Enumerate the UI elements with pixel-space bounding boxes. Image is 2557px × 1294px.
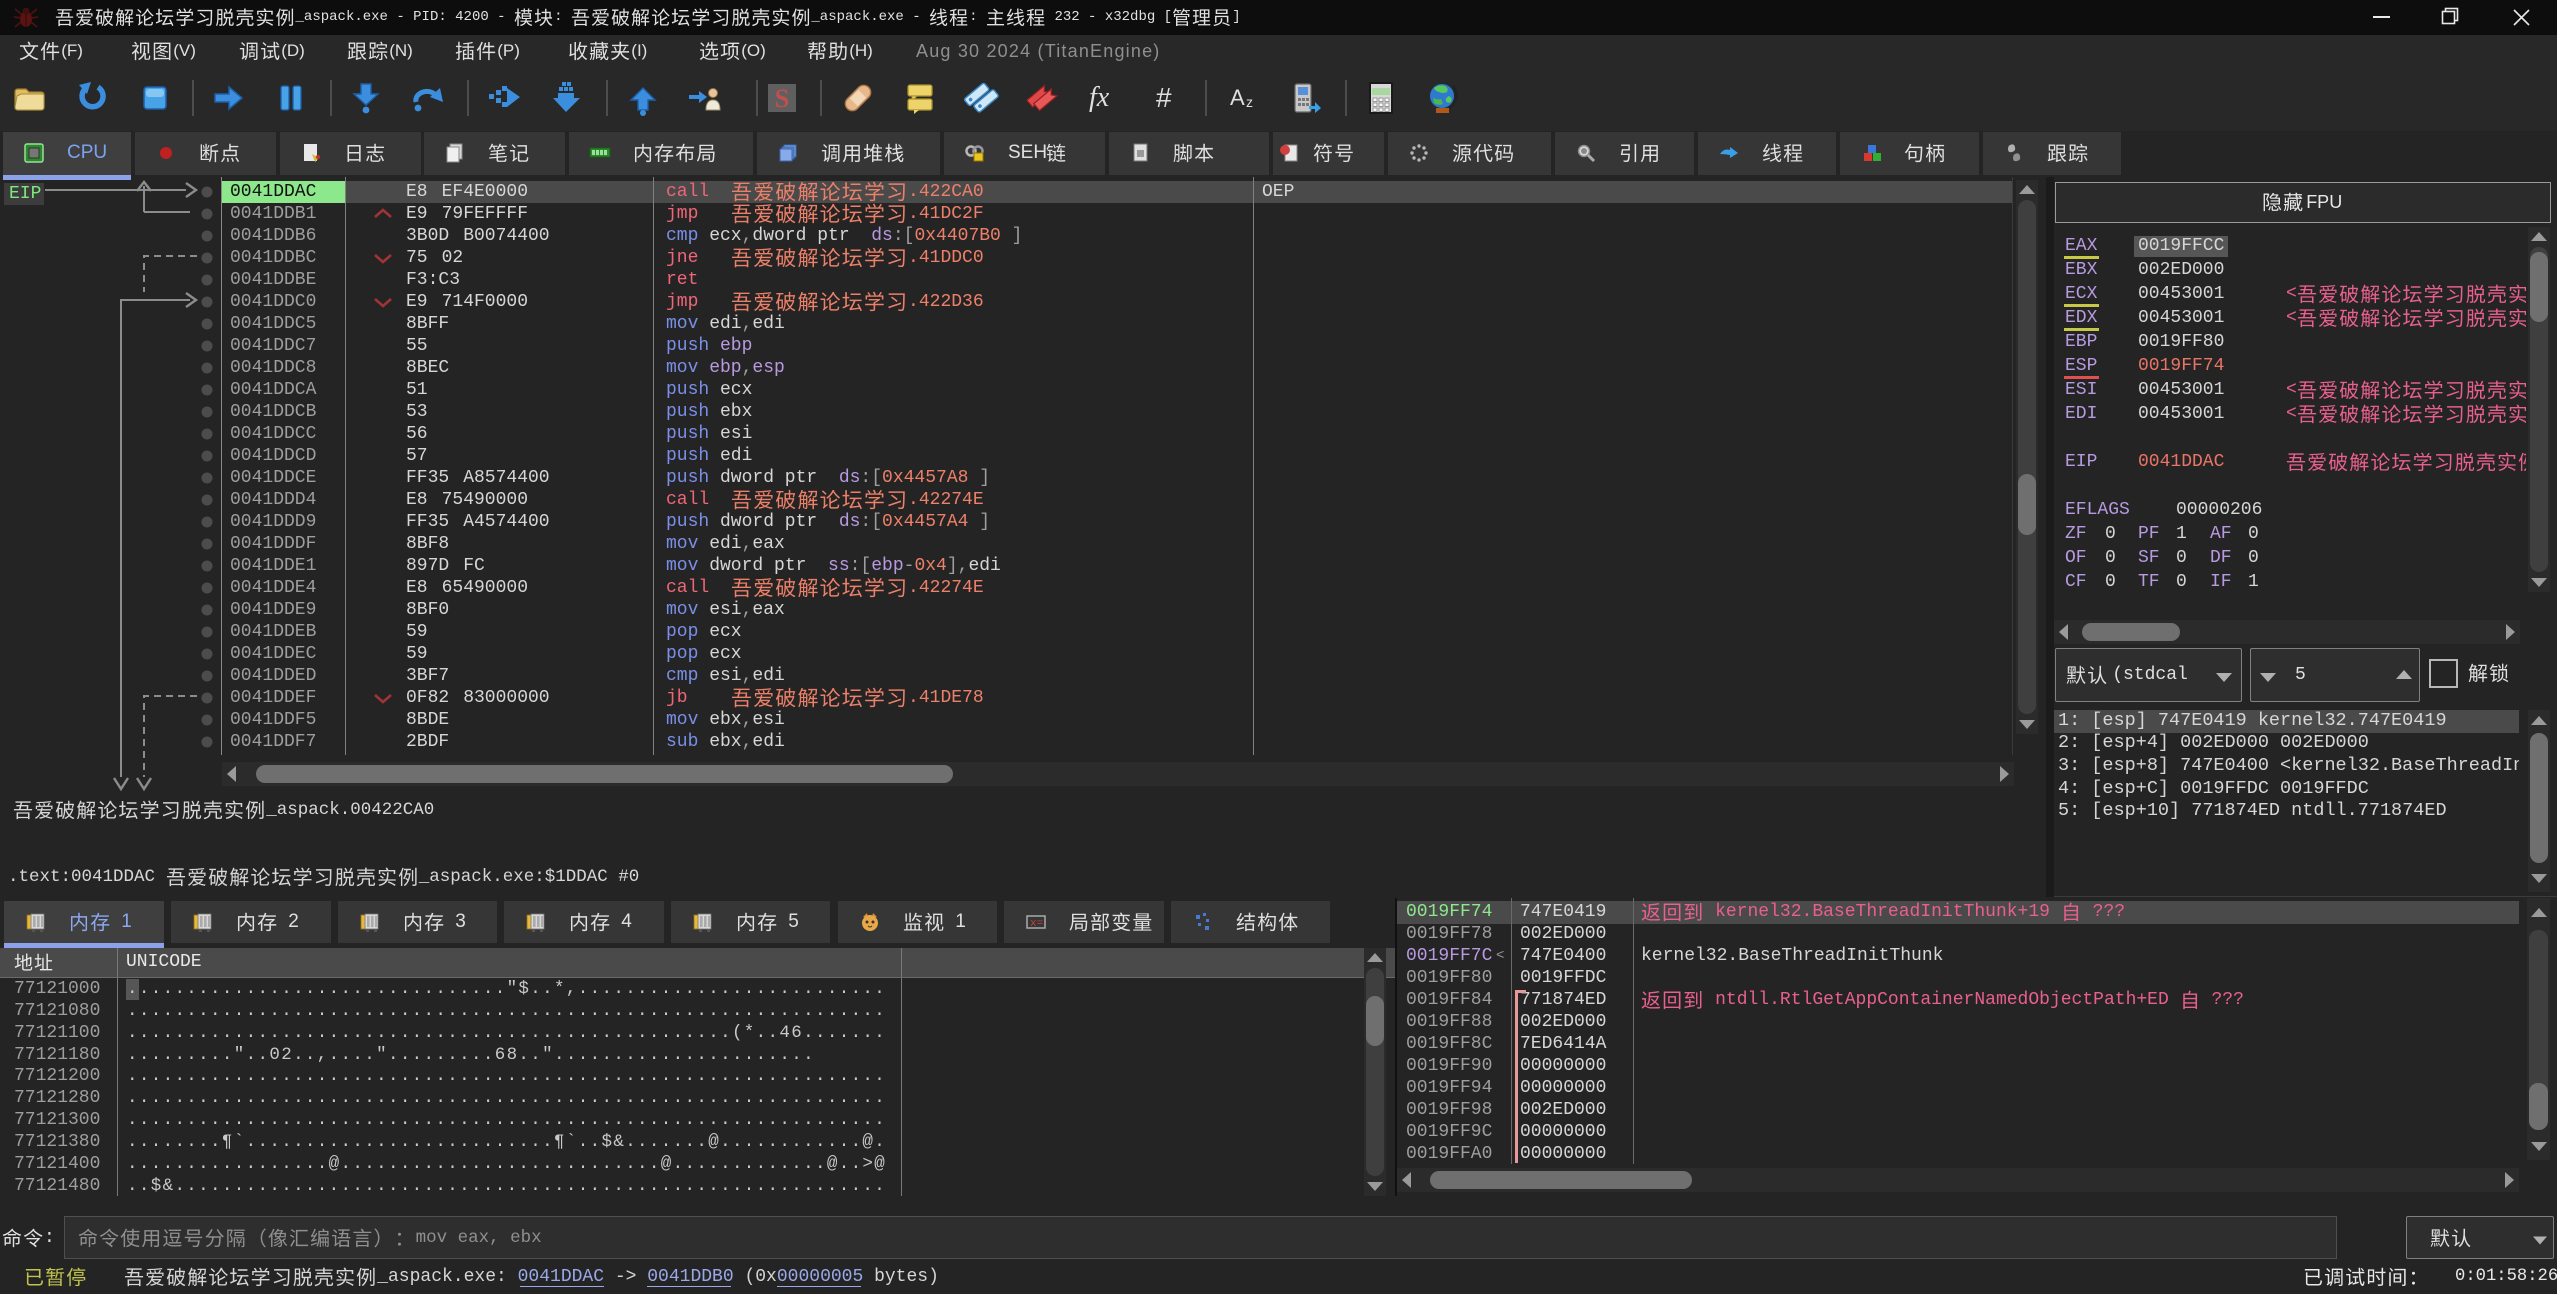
svg-text:EIP: EIP <box>9 184 41 204</box>
svg-text:S: S <box>775 84 789 113</box>
svg-text:fx: fx <box>1089 82 1110 113</box>
svg-text:z: z <box>1246 94 1253 110</box>
svg-text:A: A <box>1230 85 1245 110</box>
svg-text:#: # <box>1156 82 1172 113</box>
svg-text:x=: x= <box>1030 918 1043 930</box>
